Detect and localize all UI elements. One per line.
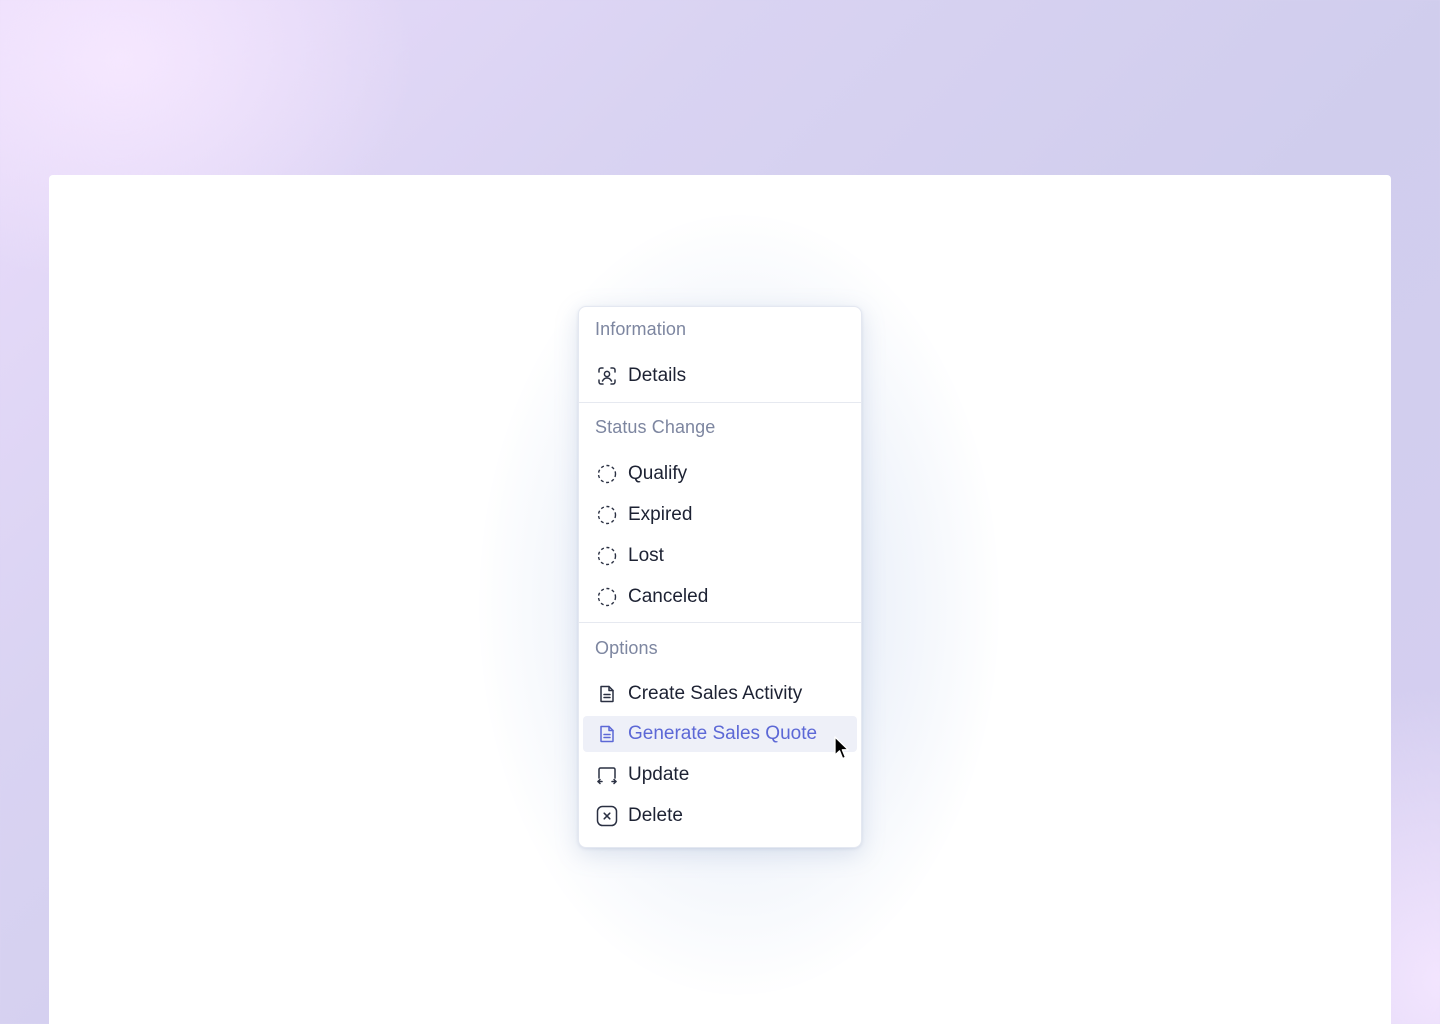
section-title-information: Information <box>595 319 687 339</box>
menu-item-canceled[interactable]: Canceled <box>583 579 857 615</box>
menu-item-delete[interactable]: Delete <box>583 798 857 834</box>
section-title-status-change: Status Change <box>595 417 716 437</box>
menu-item-lost[interactable]: Lost <box>583 538 857 574</box>
dashed-circle-icon <box>596 545 618 567</box>
section-title-options: Options <box>595 638 658 658</box>
document-icon <box>596 683 618 705</box>
delete-x-icon <box>596 805 618 827</box>
menu-item-details[interactable]: Details <box>583 358 857 394</box>
menu-item-label: Update <box>628 764 690 785</box>
menu-item-label: Generate Sales Quote <box>628 723 818 744</box>
content-panel: Information Details Status Change Qualif… <box>49 175 1391 1024</box>
document-icon <box>596 723 618 745</box>
context-menu: Information Details Status Change Qualif… <box>578 306 862 848</box>
user-scan-icon <box>596 365 618 387</box>
update-icon <box>596 764 618 786</box>
divider <box>579 622 861 623</box>
menu-item-label: Qualify <box>628 463 688 484</box>
menu-item-generate-sales-quote[interactable]: Generate Sales Quote <box>583 716 857 752</box>
menu-item-label: Details <box>628 365 687 386</box>
menu-item-update[interactable]: Update <box>583 757 857 793</box>
mouse-cursor-icon <box>834 736 849 760</box>
menu-item-label: Delete <box>628 805 683 826</box>
menu-item-label: Create Sales Activity <box>628 683 803 704</box>
dashed-circle-icon <box>596 504 618 526</box>
menu-item-label: Lost <box>628 545 664 566</box>
dashed-circle-icon <box>596 586 618 608</box>
menu-item-qualify[interactable]: Qualify <box>583 456 857 492</box>
menu-item-label: Expired <box>628 504 693 525</box>
divider <box>579 402 861 403</box>
menu-item-create-sales-activity[interactable]: Create Sales Activity <box>583 676 857 712</box>
menu-item-expired[interactable]: Expired <box>583 497 857 533</box>
dashed-circle-icon <box>596 463 618 485</box>
menu-item-label: Canceled <box>628 586 709 607</box>
